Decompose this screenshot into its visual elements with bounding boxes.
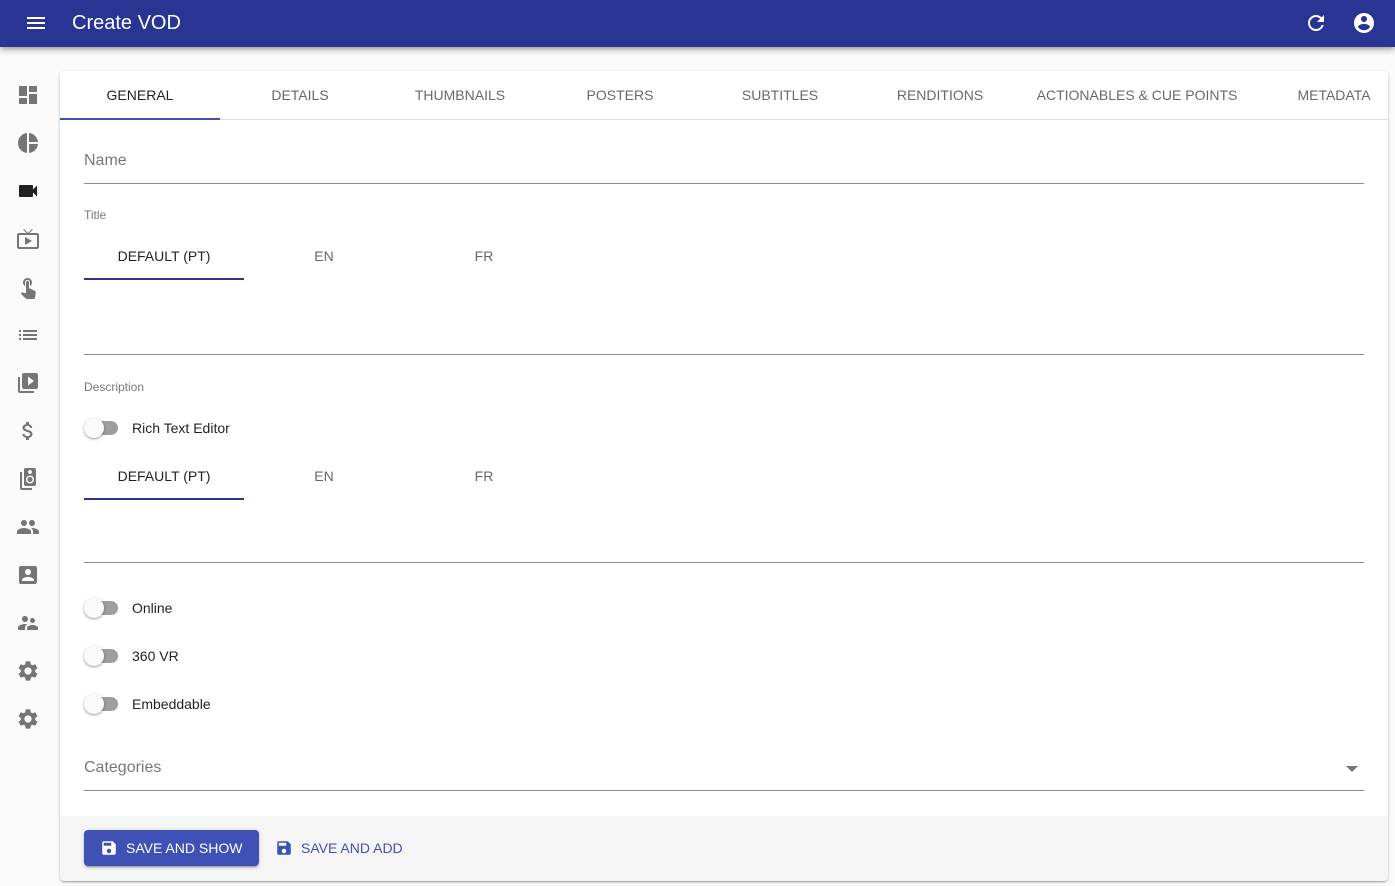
sidebar-item-playlists[interactable] [16, 371, 40, 395]
sidebar-item-audio[interactable] [16, 467, 40, 491]
touch-app-icon [20, 278, 36, 299]
sidebar-item-vod[interactable] [16, 179, 40, 203]
rich-text-editor-label: Rich Text Editor [132, 420, 230, 436]
embeddable-switch[interactable] [84, 694, 120, 714]
speaker-group-icon [20, 468, 36, 490]
sidebar-item-groups[interactable] [16, 611, 40, 635]
account-box-icon [19, 566, 37, 584]
save-icon [277, 841, 291, 855]
description-tab-default-pt[interactable]: DEFAULT (PT) [84, 452, 244, 500]
tab-actionables-cue-points[interactable]: ACTIONABLES & CUE POINTS [1020, 71, 1254, 119]
description-input[interactable] [84, 533, 1364, 563]
dashboard-icon [19, 86, 37, 104]
sidebar-item-users[interactable] [16, 515, 40, 539]
embeddable-label: Embeddable [132, 696, 211, 712]
title-input[interactable] [84, 325, 1364, 355]
tab-subtitles[interactable]: SUBTITLES [700, 71, 860, 119]
live-tv-icon [17, 229, 39, 249]
360-vr-switch[interactable] [84, 646, 120, 666]
settings-icon [18, 661, 38, 681]
settings-icon [18, 709, 38, 729]
refresh-button[interactable] [1304, 11, 1328, 35]
app-bar: Create VOD [0, 0, 1395, 47]
description-tab-fr[interactable]: FR [404, 452, 564, 500]
pie-chart-icon [18, 133, 38, 153]
categories-select[interactable]: Categories [84, 751, 1364, 791]
rich-text-editor-toggle[interactable]: Rich Text Editor [84, 416, 230, 440]
title-tab-en[interactable]: EN [244, 232, 404, 280]
tab-metadata[interactable]: METADATA [1274, 71, 1388, 119]
rich-text-editor-switch[interactable] [84, 418, 120, 438]
sidebar-item-dashboard[interactable] [16, 83, 40, 107]
videocam-icon [19, 185, 37, 197]
save-and-show-button[interactable]: SAVE AND SHOW [84, 830, 259, 866]
sidebar-item-list[interactable] [16, 323, 40, 347]
sidebar-item-settings[interactable] [16, 659, 40, 683]
people-icon [17, 520, 39, 534]
description-label: Description [84, 380, 145, 394]
video-library-icon [18, 373, 38, 393]
tab-renditions[interactable]: RENDITIONS [860, 71, 1020, 119]
tab-details[interactable]: DETAILS [220, 71, 380, 119]
dropdown-arrow-icon [1346, 766, 1358, 772]
form-toolbar: SAVE AND SHOW SAVE AND ADD [60, 816, 1388, 881]
name-placeholder: Name [84, 152, 127, 169]
supervisor-account-icon [18, 616, 38, 630]
online-label: Online [132, 600, 173, 616]
description-tab-en[interactable]: EN [244, 452, 404, 500]
sidebar-item-live[interactable] [16, 227, 40, 251]
online-toggle[interactable]: Online [84, 596, 172, 620]
tab-posters[interactable]: POSTERS [540, 71, 700, 119]
categories-placeholder: Categories [84, 759, 162, 776]
account-circle-icon [1354, 13, 1374, 33]
tab-thumbnails[interactable]: THUMBNAILS [380, 71, 540, 119]
360-vr-label: 360 VR [132, 648, 179, 664]
dollar-icon [22, 422, 33, 440]
sidebar [0, 47, 56, 886]
account-button[interactable] [1352, 11, 1376, 35]
sidebar-item-settings-2[interactable] [16, 707, 40, 731]
save-icon [102, 841, 116, 855]
title-tab-default-pt[interactable]: DEFAULT (PT) [84, 232, 244, 280]
main-tabs: GENERAL DETAILS THUMBNAILS POSTERS SUBTI… [60, 71, 1388, 120]
save-and-add-button[interactable]: SAVE AND ADD [267, 830, 411, 866]
sidebar-item-interactive[interactable] [16, 275, 40, 299]
sidebar-item-profiles[interactable] [16, 563, 40, 587]
list-icon [19, 330, 37, 340]
page-title: Create VOD [72, 12, 181, 34]
menu-icon [27, 17, 45, 29]
refresh-icon [1308, 14, 1324, 31]
name-input[interactable]: Name [84, 144, 1364, 184]
title-label: Title [84, 208, 107, 222]
menu-button[interactable] [20, 11, 52, 35]
sidebar-item-monetization[interactable] [16, 419, 40, 443]
embeddable-toggle[interactable]: Embeddable [84, 692, 211, 716]
save-and-show-label: SAVE AND SHOW [126, 840, 243, 856]
360-vr-toggle[interactable]: 360 VR [84, 644, 179, 668]
online-switch[interactable] [84, 598, 120, 618]
title-language-tabs: DEFAULT (PT) EN FR [84, 232, 564, 280]
create-vod-form-card: GENERAL DETAILS THUMBNAILS POSTERS SUBTI… [60, 71, 1388, 881]
save-and-add-label: SAVE AND ADD [301, 840, 403, 856]
description-language-tabs: DEFAULT (PT) EN FR [84, 452, 564, 500]
tab-general[interactable]: GENERAL [60, 71, 220, 120]
sidebar-item-analytics[interactable] [16, 131, 40, 155]
title-tab-fr[interactable]: FR [404, 232, 564, 280]
